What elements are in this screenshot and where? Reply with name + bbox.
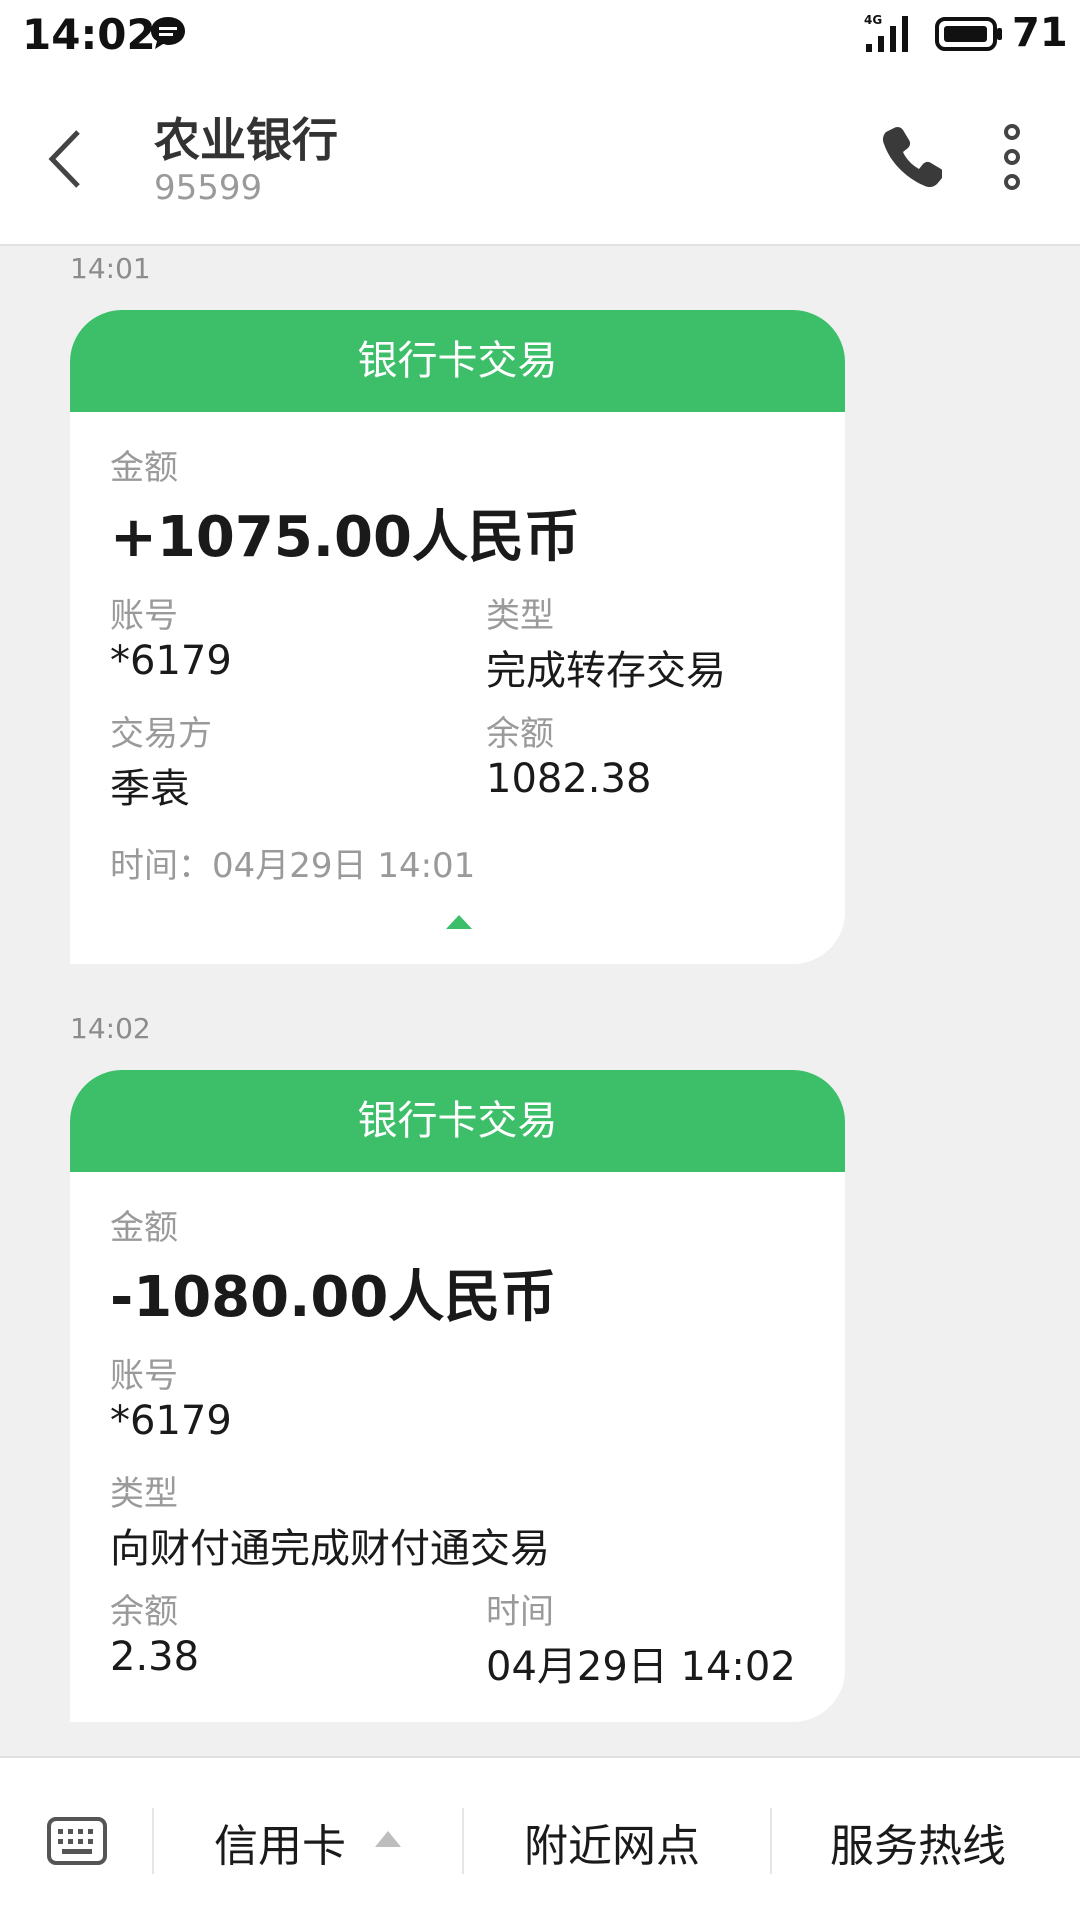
balance-value: 1082.38 <box>486 756 652 802</box>
more-options-icon[interactable] <box>996 122 1028 192</box>
type-value: 向财付通完成财付通交易 <box>110 1526 550 1572</box>
signal-4g-icon: 4G <box>864 13 908 52</box>
network-type-label: 4G <box>864 13 882 27</box>
balance-label: 余额 <box>110 1592 178 1632</box>
account-label: 账号 <box>110 1356 178 1396</box>
service-menu-bar: 信用卡 附近网点 服务热线 <box>0 1756 1080 1922</box>
contact-name: 农业银行 <box>154 113 338 167</box>
status-time: 14:02 <box>22 10 156 59</box>
balance-label: 余额 <box>486 714 554 754</box>
battery-icon <box>935 17 1002 51</box>
keyboard-icon[interactable] <box>46 1816 108 1866</box>
amount-value: +1075.00人民币 <box>110 505 580 570</box>
caret-up-icon <box>375 1831 401 1847</box>
amount-label: 金额 <box>110 1208 178 1248</box>
status-bar: 14:02 4G 71 <box>0 0 1080 68</box>
account-value: *6179 <box>110 638 232 684</box>
card-title: 银行卡交易 <box>70 1070 845 1172</box>
message-timestamp: 14:02 <box>70 1012 151 1045</box>
battery-level: 71 <box>1012 10 1068 56</box>
account-value: *6179 <box>110 1398 232 1444</box>
account-label: 账号 <box>110 596 178 636</box>
menu-nearby-branches[interactable]: 附近网点 <box>524 1810 700 1874</box>
collapse-arrow-icon[interactable] <box>445 914 473 930</box>
contact-number: 95599 <box>154 168 263 208</box>
menu-divider <box>152 1808 154 1874</box>
menu-divider <box>462 1808 464 1874</box>
balance-value: 2.38 <box>110 1634 200 1680</box>
type-value: 完成转存交易 <box>486 648 726 694</box>
phone-call-icon[interactable] <box>880 124 942 190</box>
menu-credit-card[interactable]: 信用卡 <box>214 1810 346 1874</box>
transaction-card[interactable]: 银行卡交易 金额 -1080.00人民币 账号 *6179 类型 向财付通完成财… <box>70 1070 845 1722</box>
type-label: 类型 <box>110 1474 178 1514</box>
time-value: 04月29日 14:02 <box>486 1644 796 1690</box>
transaction-time: 时间：04月29日 14:01 <box>110 846 476 886</box>
message-timestamp: 14:01 <box>70 252 151 285</box>
type-label: 类型 <box>486 596 554 636</box>
time-label: 时间 <box>486 1592 554 1632</box>
amount-label: 金额 <box>110 448 178 488</box>
card-title: 银行卡交易 <box>70 310 845 412</box>
chat-notification-icon <box>151 17 185 49</box>
counterparty-value: 季袁 <box>110 766 190 812</box>
menu-service-hotline[interactable]: 服务热线 <box>830 1810 1006 1874</box>
conversation-header: 农业银行 95599 <box>0 68 1080 246</box>
amount-value: -1080.00人民币 <box>110 1265 557 1330</box>
menu-divider <box>770 1808 772 1874</box>
counterparty-label: 交易方 <box>110 714 212 754</box>
transaction-card[interactable]: 银行卡交易 金额 +1075.00人民币 账号 *6179 类型 完成转存交易 … <box>70 310 845 964</box>
back-arrow-icon[interactable] <box>40 124 90 194</box>
